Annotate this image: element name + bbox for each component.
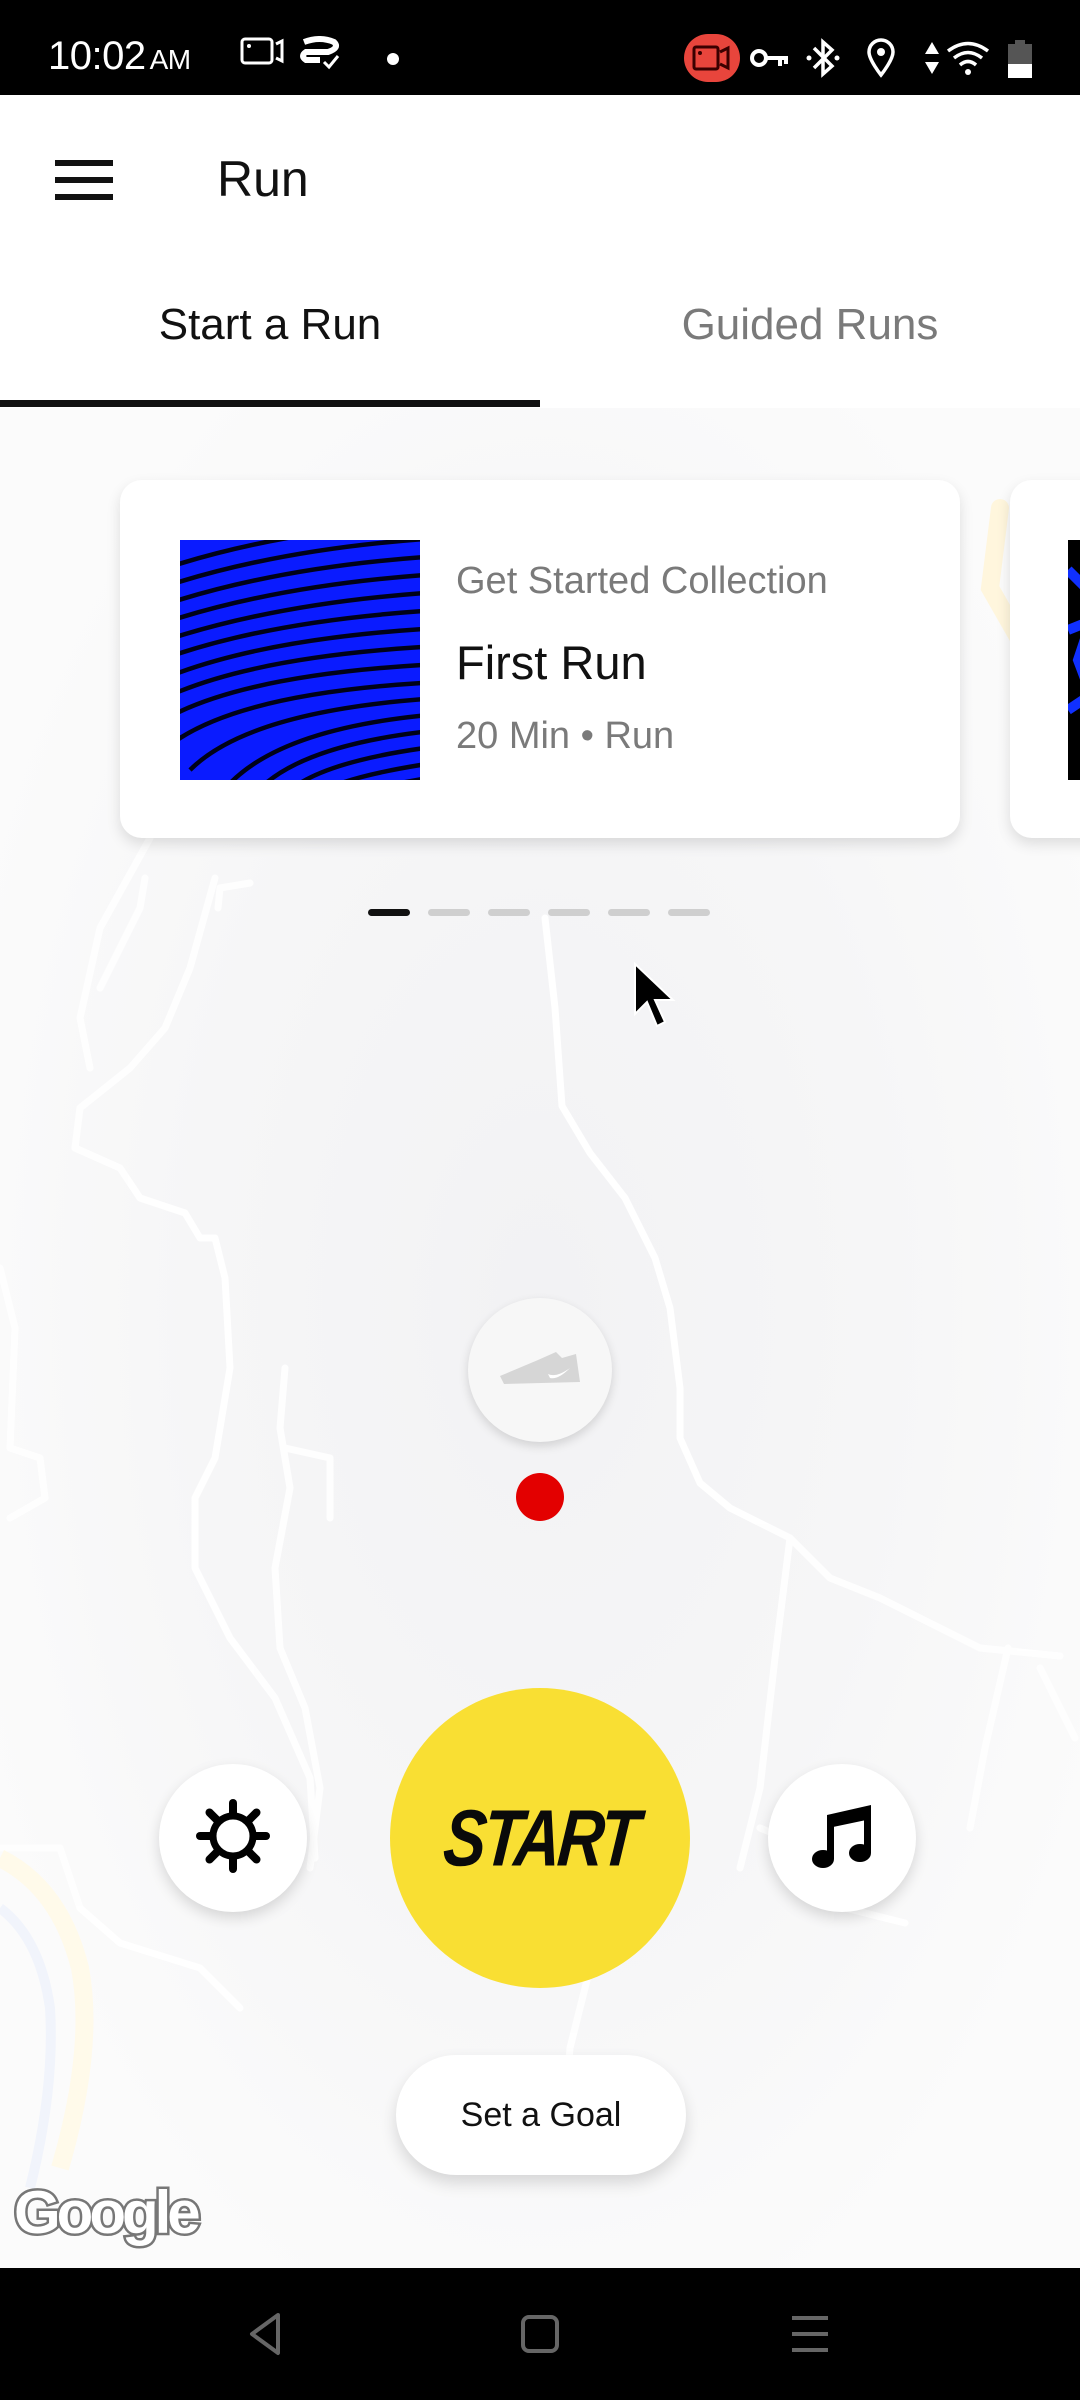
vpn-key-icon	[750, 46, 790, 75]
page-dot[interactable]	[608, 909, 650, 916]
current-location-dot	[516, 1473, 564, 1521]
page-title: Run	[217, 151, 309, 207]
card-subtitle: Get Started Collection	[456, 560, 828, 602]
guided-run-card[interactable]: Get Started Collection First Run 20 Min …	[120, 480, 960, 838]
card-title: First Run	[456, 636, 647, 689]
card-meta: 20 Min • Run	[456, 715, 675, 757]
home-icon	[520, 2314, 560, 2359]
guided-run-card-next[interactable]	[1010, 480, 1080, 838]
recording-badge-icon	[684, 34, 740, 87]
set-goal-button[interactable]: Set a Goal	[396, 2055, 686, 2175]
home-button[interactable]	[500, 2308, 580, 2364]
status-time-ampm: AM	[149, 44, 192, 75]
mouse-pointer-icon	[633, 961, 677, 1037]
system-nav-bar	[0, 2268, 1080, 2400]
card-artwork-next	[1068, 540, 1080, 780]
page-dot[interactable]	[428, 909, 470, 916]
shoe-button[interactable]	[468, 1298, 612, 1442]
status-bar: 10:02 AM	[0, 0, 1080, 95]
battery-icon	[1008, 40, 1032, 83]
settings-button[interactable]	[159, 1764, 307, 1912]
start-label: START	[440, 1793, 640, 1883]
music-button[interactable]	[768, 1764, 916, 1912]
recents-button[interactable]	[770, 2308, 850, 2364]
recents-icon	[790, 2314, 830, 2359]
status-time: 10:02 AM	[48, 34, 191, 79]
data-arrows-icon	[924, 40, 940, 81]
wifi-icon	[946, 40, 990, 81]
page-dot[interactable]	[668, 909, 710, 916]
music-note-icon	[809, 1801, 875, 1876]
tab-start-a-run[interactable]: Start a Run	[0, 300, 540, 350]
shoe-icon	[498, 1348, 582, 1393]
google-attribution-logo: Google	[12, 2177, 204, 2249]
location-icon	[866, 38, 896, 83]
screen-record-icon	[240, 36, 286, 71]
gear-icon	[196, 1798, 270, 1878]
tab-indicator	[0, 400, 540, 407]
tab-guided-runs[interactable]: Guided Runs	[540, 300, 1080, 350]
back-button[interactable]	[226, 2308, 306, 2364]
page-dot[interactable]	[548, 909, 590, 916]
page-dot[interactable]	[368, 909, 410, 916]
bluetooth-icon	[806, 38, 840, 83]
app-bar	[0, 95, 1080, 408]
card-artwork	[180, 540, 420, 780]
back-icon	[246, 2312, 286, 2361]
page-dot[interactable]	[488, 909, 530, 916]
notification-dot-icon	[386, 52, 400, 71]
map-water-line	[0, 1904, 56, 2190]
cast-check-icon	[298, 36, 342, 75]
start-run-button[interactable]: START	[390, 1688, 690, 1988]
status-time-value: 10:02	[48, 34, 146, 78]
hamburger-menu-icon[interactable]	[55, 160, 113, 200]
